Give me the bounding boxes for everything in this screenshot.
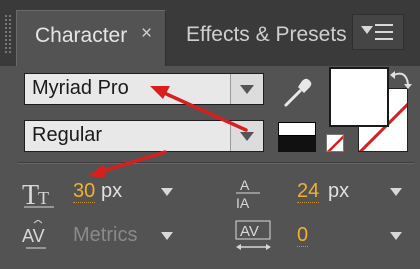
font-family-value: Myriad Pro <box>32 77 129 99</box>
chevron-down-icon <box>240 85 254 94</box>
panel-grip[interactable] <box>4 14 13 54</box>
panel-menu-icon <box>375 24 393 40</box>
svg-text:IA: IA <box>236 195 250 210</box>
character-panel: Character × Effects & Presets Myriad Pro… <box>0 0 420 269</box>
svg-text:AV: AV <box>22 226 45 246</box>
svg-text:A: A <box>240 177 250 193</box>
font-size-value[interactable]: 30 <box>73 180 96 203</box>
tracking-value[interactable]: 0 <box>297 224 309 247</box>
white-swatch <box>278 122 316 136</box>
tab-character[interactable]: Character × <box>16 10 166 66</box>
tab-effects-presets-label: Effects & Presets <box>186 23 347 46</box>
leading-value[interactable]: 24 <box>297 180 320 203</box>
chevron-down-icon <box>240 132 254 141</box>
chevron-down-icon <box>361 26 373 34</box>
tab-effects-presets[interactable]: Effects & Presets <box>168 10 350 66</box>
fill-color-swatch[interactable] <box>329 67 389 127</box>
svg-text:AV: AV <box>240 223 259 240</box>
svg-text:T: T <box>38 188 49 208</box>
font-style-value: Regular <box>32 124 103 146</box>
default-colors-swatch[interactable] <box>278 122 316 152</box>
font-family-dropdown[interactable]: Myriad Pro <box>24 73 264 105</box>
kerning-icon: AV <box>22 220 46 249</box>
swap-colors-icon[interactable] <box>388 68 414 90</box>
annotation-arrow-font-size <box>88 150 167 178</box>
black-swatch <box>278 136 316 152</box>
kerning-value[interactable]: Metrics <box>73 224 137 246</box>
close-icon[interactable]: × <box>141 23 152 45</box>
font-size-unit: px <box>101 180 123 202</box>
leading-icon: A IA <box>236 177 260 210</box>
leading-unit: px <box>328 180 350 202</box>
leading-dropdown-arrow[interactable] <box>390 188 402 196</box>
tab-bar: Character × Effects & Presets <box>0 0 420 66</box>
eyedropper-icon[interactable] <box>280 75 316 111</box>
font-style-dropdown[interactable]: Regular <box>24 120 264 152</box>
font-style-dropdown-button[interactable] <box>230 121 263 151</box>
tracking-icon: AV <box>235 220 271 250</box>
font-size-dropdown-arrow[interactable] <box>161 188 173 196</box>
panel-menu-button[interactable] <box>352 14 404 50</box>
kerning-dropdown-arrow[interactable] <box>161 232 173 240</box>
none-color-swatch[interactable] <box>326 134 344 152</box>
none-slash <box>327 135 343 151</box>
section-divider <box>18 162 414 164</box>
tab-character-label: Character <box>35 24 128 47</box>
svg-text:T: T <box>22 180 39 208</box>
font-family-dropdown-button[interactable] <box>230 74 263 104</box>
tracking-dropdown-arrow[interactable] <box>390 232 402 240</box>
font-size-icon: T T <box>22 180 54 208</box>
